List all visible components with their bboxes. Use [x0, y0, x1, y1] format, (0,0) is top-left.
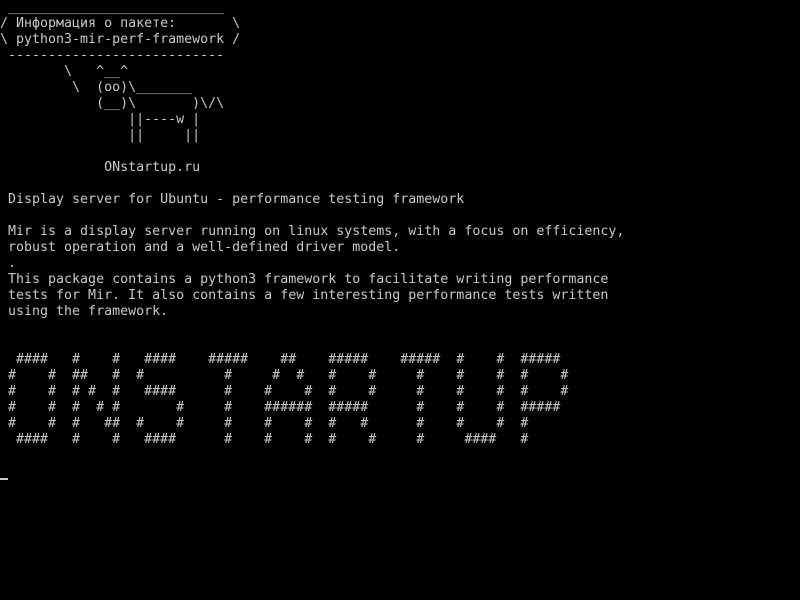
banner-art-line: # # # # # # # ###### ##### # # # #####	[0, 400, 561, 415]
cow-art-line: \ ^__^	[0, 64, 129, 79]
package-description-line: This package contains a python3 framewor…	[0, 272, 609, 287]
cowsay-bubble-package: \ python3-mir-perf-framework /	[0, 32, 241, 47]
cowsay-bubble-title: / Информация о пакете: \	[0, 16, 241, 31]
package-description-line: Mir is a display server running on linux…	[0, 224, 625, 239]
package-description-line: robust operation and a well-defined driv…	[0, 240, 401, 255]
banner-art-line: # # # # # #### # # # # # # # # # #	[0, 384, 569, 399]
site-credit: ONstartup.ru	[0, 160, 201, 175]
package-description-line: .	[0, 256, 17, 271]
banner-art-line: #### # # #### ##### ## ##### ##### # # #…	[0, 352, 561, 367]
cow-art-line: || ||	[0, 128, 201, 143]
cow-art-line: ||----w |	[0, 112, 201, 127]
cow-art-line: \ (oo)\_______	[0, 80, 193, 95]
text-cursor[interactable]	[0, 478, 8, 480]
terminal-screen: ___________________________ / Информация…	[0, 0, 800, 600]
banner-art-line: #### # # #### # # # # # # #### #	[0, 432, 529, 447]
cowsay-bubble-top: ___________________________	[0, 0, 225, 15]
package-description-line: tests for Mir. It also contains a few in…	[0, 288, 609, 303]
banner-art-line: # # # ## # # # # # # # # # # #	[0, 416, 529, 431]
banner-art-line: # # ## # # # # # # # # # # # #	[0, 368, 569, 383]
package-summary: Display server for Ubuntu - performance …	[0, 192, 465, 207]
cow-art-line: (__)\ )\/\	[0, 96, 225, 111]
cowsay-bubble-bottom: ---------------------------	[0, 48, 225, 63]
package-description-line: using the framework.	[0, 304, 169, 319]
